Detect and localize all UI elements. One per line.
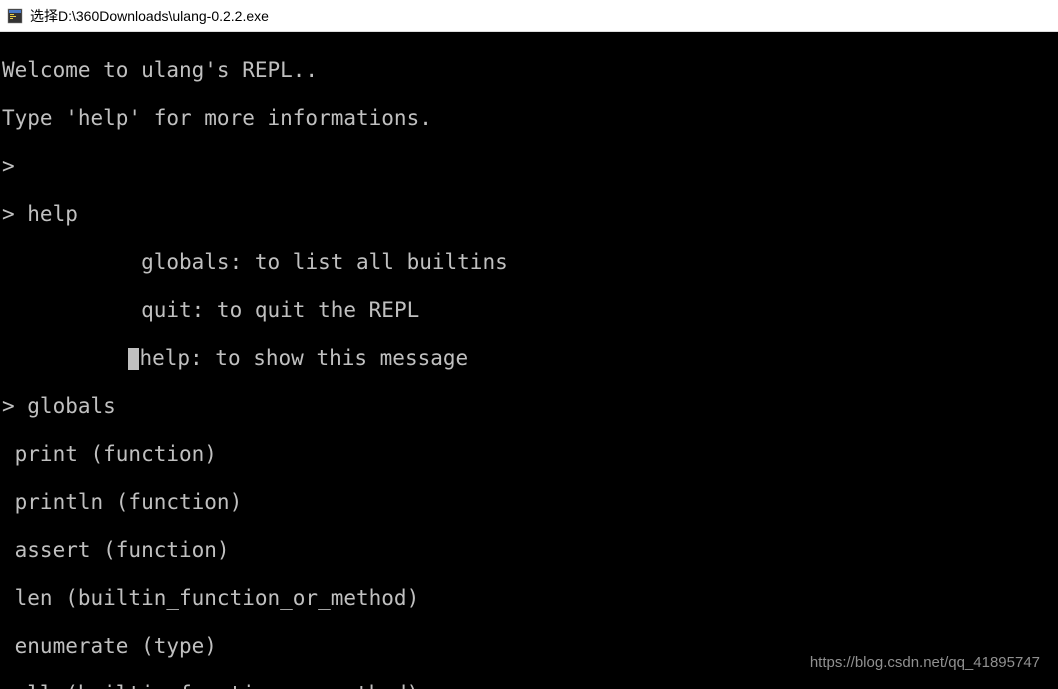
terminal-line: help: to show this message [2, 346, 1056, 370]
cursor-icon [128, 348, 139, 370]
globals-item: len (builtin_function_or_method) [2, 586, 1056, 610]
terminal-prompt: > [2, 154, 1056, 178]
terminal-command: > help [2, 202, 1056, 226]
terminal-line: globals: to list all builtins [2, 250, 1056, 274]
globals-item: println (function) [2, 490, 1056, 514]
terminal-line: quit: to quit the REPL [2, 298, 1056, 322]
window-titlebar[interactable]: 选择D:\360Downloads\ulang-0.2.2.exe [0, 0, 1058, 32]
globals-item: print (function) [2, 442, 1056, 466]
globals-item: assert (function) [2, 538, 1056, 562]
terminal-line: Welcome to ulang's REPL.. [2, 58, 1056, 82]
window-title: 选择D:\360Downloads\ulang-0.2.2.exe [30, 6, 269, 26]
help-help: help: to show this message [139, 346, 468, 370]
terminal-command: > globals [2, 394, 1056, 418]
help-globals: globals: to list all builtins [141, 250, 508, 274]
globals-item: all (builtin_function_or_method) [2, 682, 1056, 689]
terminal-area[interactable]: Welcome to ulang's REPL.. Type 'help' fo… [0, 32, 1058, 689]
terminal-icon [6, 7, 24, 25]
help-quit: quit: to quit the REPL [141, 298, 419, 322]
watermark-text: https://blog.csdn.net/qq_41895747 [810, 651, 1040, 675]
terminal-line: Type 'help' for more informations. [2, 106, 1056, 130]
